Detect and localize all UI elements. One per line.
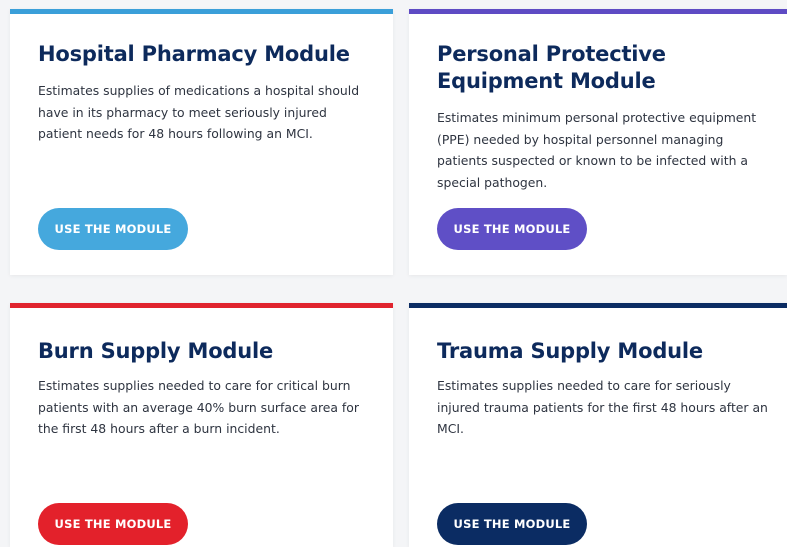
use-module-button[interactable]: USE THE MODULE: [38, 503, 188, 545]
card-title: Hospital Pharmacy Module: [38, 42, 350, 66]
card-personal-protective-equipment: Personal Protective Equipment Module Est…: [409, 9, 787, 275]
card-title: Trauma Supply Module: [437, 339, 703, 363]
card-accent-bar: [10, 9, 393, 14]
card-title: Personal Protective Equipment Module: [437, 42, 666, 93]
module-grid: Hospital Pharmacy Module Estimates suppl…: [0, 0, 787, 547]
card-trauma-supply: Trauma Supply Module Estimates supplies …: [409, 303, 787, 547]
card-hospital-pharmacy: Hospital Pharmacy Module Estimates suppl…: [10, 9, 393, 275]
use-module-button[interactable]: USE THE MODULE: [38, 208, 188, 250]
card-description: Estimates supplies of medications a hosp…: [38, 83, 360, 141]
card-description: Estimates supplies needed to care for se…: [437, 378, 768, 436]
card-accent-bar: [409, 9, 787, 14]
card-title: Burn Supply Module: [38, 339, 274, 363]
card-accent-bar: [409, 303, 787, 308]
card-description: Estimates minimum personal protective eq…: [437, 110, 757, 190]
card-burn-supply: Burn Supply Module Estimates supplies ne…: [10, 303, 393, 547]
card-accent-bar: [10, 303, 393, 308]
use-module-button[interactable]: USE THE MODULE: [437, 208, 587, 250]
card-description: Estimates supplies needed to care for cr…: [38, 378, 359, 436]
use-module-button[interactable]: USE THE MODULE: [437, 503, 587, 545]
